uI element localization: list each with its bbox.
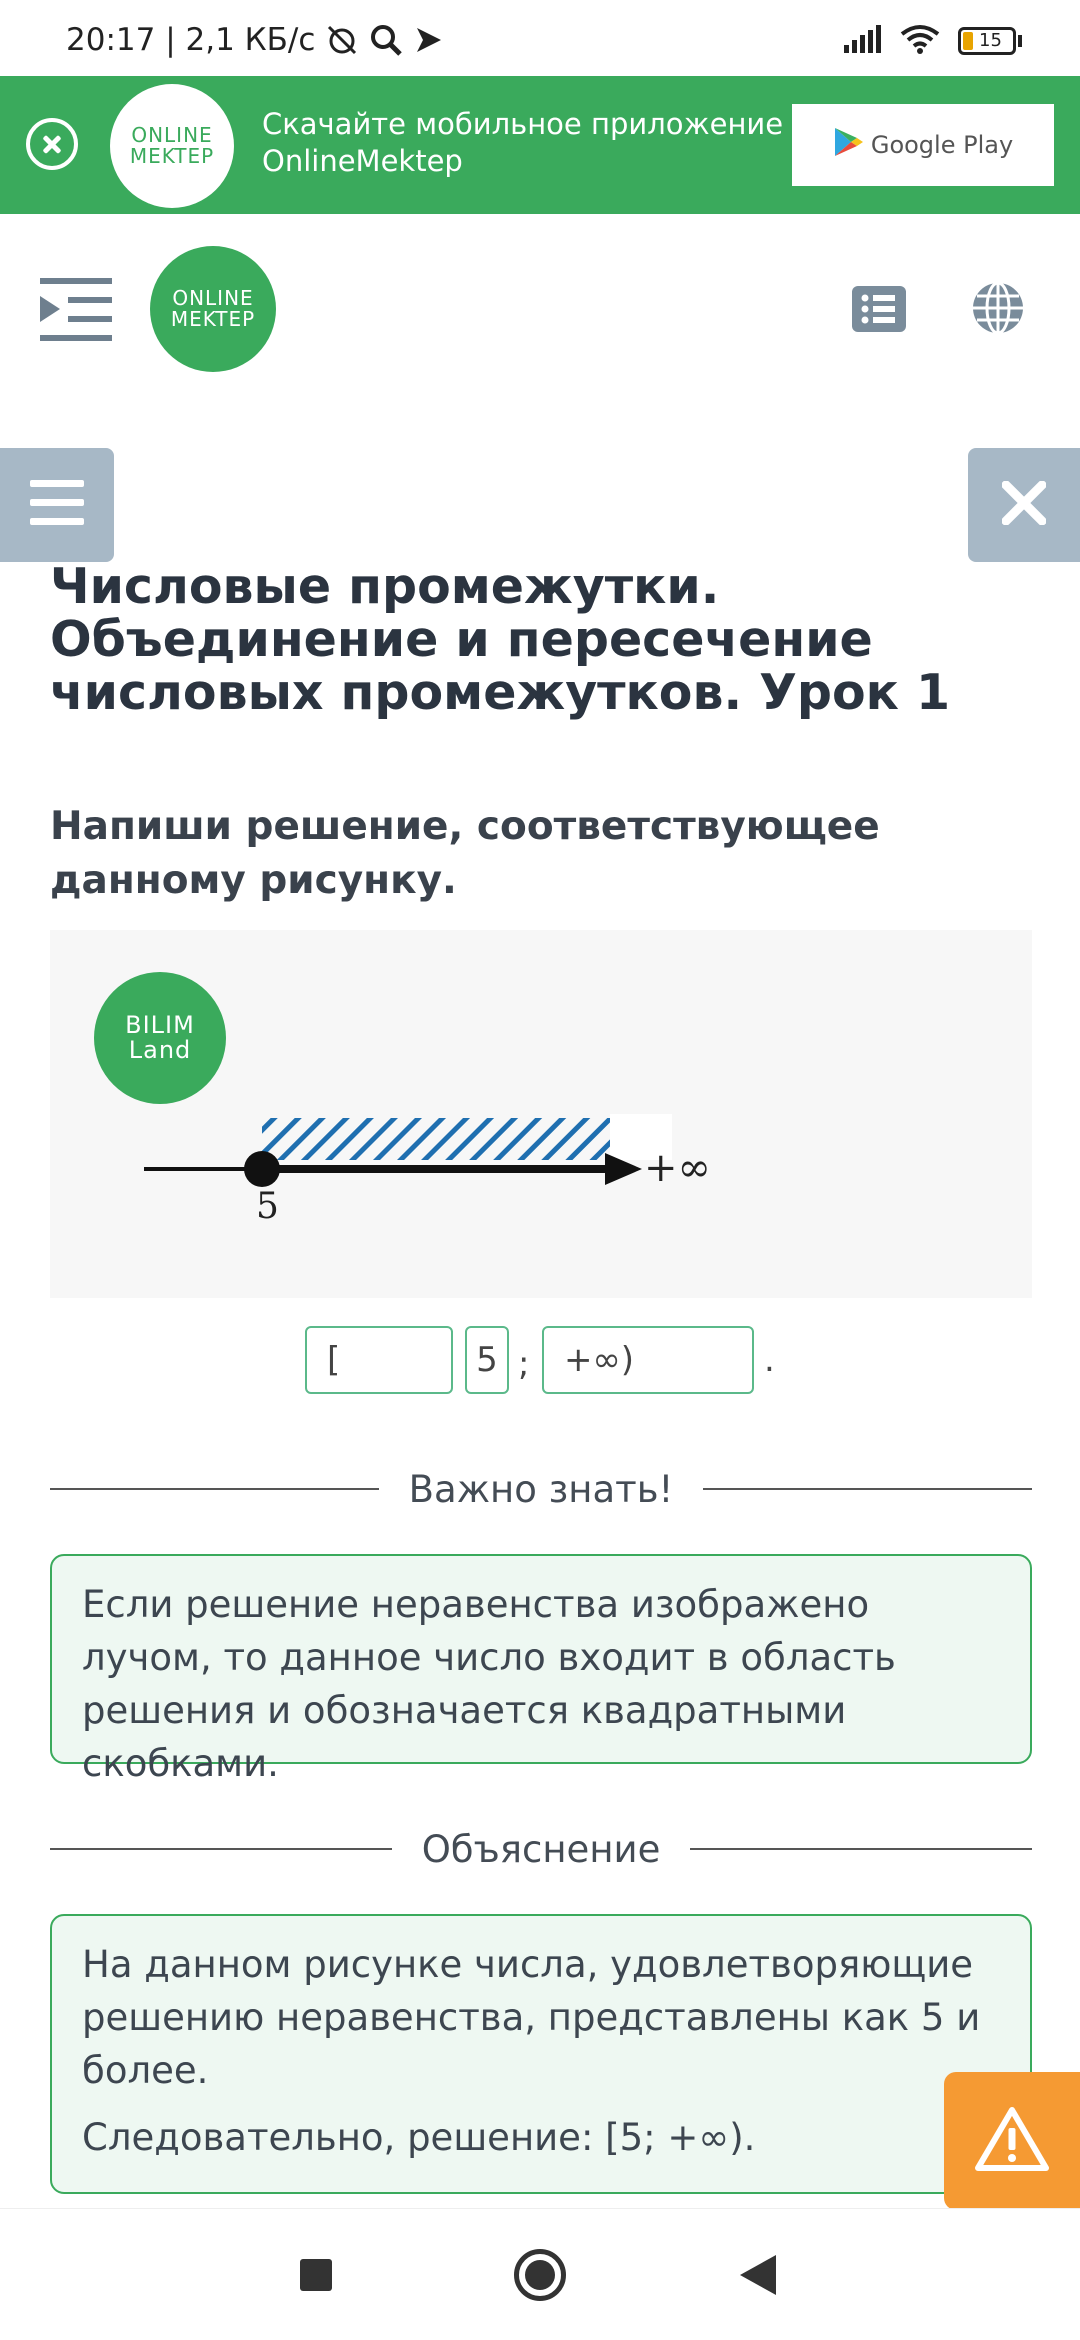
answer-row: [ 5 ; +∞) . <box>0 1326 1080 1396</box>
promo-line-2: OnlineMektep <box>262 144 463 178</box>
important-heading: Важно знать! <box>408 1467 674 1511</box>
explanation-box: На данном рисунке числа, удовлетворяющие… <box>50 1914 1032 2194</box>
explanation-heading: Объяснение <box>421 1827 661 1871</box>
google-play-label: Google Play <box>870 131 1014 159</box>
solution-hatch <box>262 1118 662 1160</box>
hamburger-icon <box>30 480 84 530</box>
explanation-text-2: Следовательно, решение: [5; +∞). <box>82 2116 756 2159</box>
answer-end-field[interactable]: +∞) <box>542 1326 754 1394</box>
answer-separator: ; <box>518 1344 530 1384</box>
task-prompt: Напиши решение, соответствующее данному … <box>50 804 880 903</box>
number-line-figure: BILIM Land 5 +∞ <box>50 930 1032 1298</box>
status-time: 20:17 | 2,1 КБ/с <box>66 22 316 58</box>
promo-line-1: Скачайте мобильное приложение <box>262 107 784 141</box>
warning-icon <box>975 2106 1049 2176</box>
app-promo-banner: ONLINE MEKTEP Скачайте мобильное приложе… <box>0 76 1080 214</box>
point-label: 5 <box>256 1186 279 1227</box>
logo-line-1: ONLINE <box>172 286 254 310</box>
search-icon <box>369 23 403 57</box>
google-play-icon <box>833 126 863 164</box>
home-icon[interactable] <box>514 2249 566 2301</box>
infinity-label: +∞ <box>644 1145 711 1191</box>
lesson-title: Числовые промежутки. Объединение и перес… <box>50 558 951 721</box>
divider-line <box>50 1848 392 1850</box>
logo-line-2: MEKTEP <box>129 144 215 168</box>
signal-icon <box>842 25 882 57</box>
lesson-menu-button[interactable] <box>0 448 114 562</box>
battery-level: 15 <box>979 30 1002 51</box>
number-line-graphic: 5 +∞ <box>144 1114 711 1227</box>
recent-apps-icon[interactable] <box>300 2259 332 2291</box>
answer-bracket-value: [ <box>327 1340 341 1380</box>
menu-toggle-icon[interactable] <box>40 278 112 346</box>
divider-line <box>690 1848 1033 1850</box>
close-lesson-button[interactable] <box>968 448 1080 562</box>
list-icon[interactable] <box>852 286 906 336</box>
important-box: Если решение неравенства изображено лучо… <box>50 1554 1032 1785</box>
close-banner-icon[interactable] <box>26 118 78 170</box>
onlinemektep-logo[interactable]: ONLINE MEKTEP <box>150 246 276 372</box>
explanation-divider: Объяснение <box>50 1824 1033 1874</box>
answer-number-value: 5 <box>476 1340 498 1380</box>
explanation-text-1: На данном рисунке числа, удовлетворяющие… <box>82 1943 981 2092</box>
divider-line <box>703 1488 1032 1490</box>
promo-text: Скачайте мобильное приложение OnlineMekt… <box>262 106 783 180</box>
site-header: ONLINE MEKTEP <box>0 214 1080 400</box>
important-text: Если решение неравенства изображено лучо… <box>82 1583 896 1785</box>
logo-line-2: MEKTEP <box>170 307 256 331</box>
status-bar: 20:17 | 2,1 КБ/с 15 <box>0 0 1080 76</box>
answer-bracket-field[interactable]: [ <box>305 1326 453 1394</box>
google-play-button[interactable]: Google Play <box>792 104 1054 186</box>
filled-point <box>244 1151 280 1187</box>
report-error-button[interactable] <box>944 2072 1080 2210</box>
answer-period: . <box>764 1340 775 1380</box>
globe-icon[interactable] <box>970 280 1026 340</box>
important-divider: Важно знать! <box>50 1464 1032 1514</box>
status-right: 15 <box>842 24 1022 58</box>
play-icon <box>413 25 443 55</box>
answer-number-field[interactable]: 5 <box>465 1326 509 1394</box>
wifi-icon <box>900 24 940 58</box>
onlinemektep-logo: ONLINE MEKTEP <box>110 84 234 208</box>
battery-icon: 15 <box>958 27 1022 55</box>
mute-alarm-icon <box>325 23 359 57</box>
system-nav-bar <box>0 2208 1080 2340</box>
back-icon[interactable] <box>740 2255 776 2295</box>
close-icon <box>1001 480 1047 529</box>
logo-line-1: ONLINE <box>131 123 213 147</box>
divider-line <box>50 1488 379 1490</box>
status-left: 20:17 | 2,1 КБ/с <box>66 22 443 58</box>
answer-end-value: +∞) <box>564 1340 635 1380</box>
